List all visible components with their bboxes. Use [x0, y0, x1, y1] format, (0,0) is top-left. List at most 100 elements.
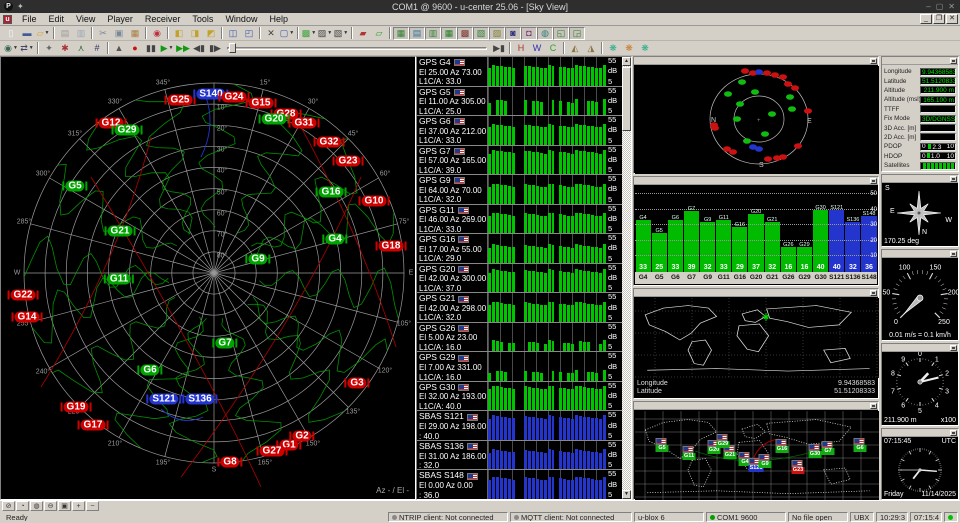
show-views-button[interactable]: ◉▼ [3, 42, 19, 55]
scroll-up-icon[interactable]: ▲ [622, 57, 631, 66]
menu-tools[interactable]: Tools [186, 13, 219, 25]
panel-detach-button[interactable] [950, 58, 957, 64]
play-log-button[interactable]: ▶▼ [159, 42, 175, 55]
playback-slider-track[interactable] [227, 47, 487, 50]
paste-button[interactable]: ▦ [127, 27, 143, 40]
packet-console-button[interactable]: ▩▼ [301, 27, 317, 40]
pin-icon[interactable]: ✦ [17, 2, 24, 11]
close-window-button[interactable]: ✕ [263, 27, 279, 40]
panel-detach-button[interactable] [950, 430, 957, 436]
window-list-button[interactable]: ▢▼ [279, 27, 295, 40]
gnss-config-all-button[interactable]: ❋ [637, 42, 653, 55]
histogram-window-button[interactable]: H [513, 42, 529, 55]
gnss-config-gps-button[interactable]: ❋ [605, 42, 621, 55]
configure-view-button[interactable]: ▤ [409, 27, 425, 40]
panel-detach-button[interactable] [950, 176, 957, 182]
new-file-button[interactable]: ▯ [3, 27, 19, 40]
docking-window-1-button[interactable]: ◱ [553, 27, 569, 40]
print-preview-button[interactable]: ▥ [73, 27, 89, 40]
panel-detach-button[interactable] [870, 403, 877, 409]
autobauding-button[interactable]: ⇄▼ [19, 42, 35, 55]
menu-window[interactable]: Window [219, 13, 263, 25]
sky-view-button[interactable]: ◍ [537, 27, 553, 40]
cascade-windows-button[interactable]: ◫ [225, 27, 241, 40]
signal-list-scrollbar[interactable]: ▲ ▼ [622, 57, 631, 499]
step-forward-button[interactable]: ▮▶ [207, 42, 223, 55]
panel-detach-button[interactable] [950, 251, 957, 257]
docking-window-2-button[interactable]: ◲ [569, 27, 585, 40]
chart-dock-button[interactable]: ▱ [371, 27, 387, 40]
tools-button[interactable]: ✦ [41, 42, 57, 55]
crosshair-mode-icon[interactable]: + [72, 501, 85, 511]
marker-mode-icon[interactable]: ▣ [58, 501, 71, 511]
antenna-config-button[interactable]: ⋏ [73, 42, 89, 55]
mdi-restore-button[interactable]: ❐ [933, 14, 945, 24]
message-send-button[interactable]: ◨ [187, 27, 203, 40]
playback-slider-thumb[interactable] [229, 43, 236, 53]
eject-log-button[interactable]: ▲ [111, 42, 127, 55]
message-poll-button[interactable]: ◧ [171, 27, 187, 40]
scroll-down-icon[interactable]: ▼ [622, 490, 631, 499]
menu-player[interactable]: Player [101, 13, 139, 25]
playback-slider[interactable] [227, 43, 487, 53]
record-log-button[interactable]: ● [127, 42, 143, 55]
cdf-window-button[interactable]: C [545, 42, 561, 55]
minimize-window-icon[interactable]: – [926, 2, 930, 11]
stop-updates-icon[interactable]: ⊖ [44, 501, 57, 511]
gnss-config-sbas-button[interactable]: ❋ [621, 42, 637, 55]
menu-file[interactable]: File [16, 13, 43, 25]
copy-button[interactable]: ▣ [111, 27, 127, 40]
histogram-view-button[interactable]: ▨ [489, 27, 505, 40]
print-button[interactable]: ▤ [57, 27, 73, 40]
waterfall-window-button[interactable]: W [529, 42, 545, 55]
pause-playback-button[interactable]: ▮▮ [143, 42, 159, 55]
map-view-button[interactable]: ▩ [457, 27, 473, 40]
messages-view-button[interactable]: ▦ [393, 27, 409, 40]
sky-satellite-G6: G6 [137, 365, 162, 376]
panel-detach-button[interactable] [950, 345, 957, 351]
mdi-child-icon[interactable]: u [3, 15, 12, 24]
panel-detach-button[interactable] [870, 178, 877, 184]
hotkeys-button[interactable]: # [89, 42, 105, 55]
mdi-close-button[interactable]: ✕ [946, 14, 958, 24]
statistic-view-button[interactable]: ▥ [425, 27, 441, 40]
trace-mode-icon[interactable]: ~ [86, 501, 99, 511]
deviation-map-button[interactable]: ▰ [355, 27, 371, 40]
scrollbar-thumb[interactable] [622, 67, 631, 131]
table-view-button[interactable]: ▦ [441, 27, 457, 40]
menu-edit[interactable]: Edit [43, 13, 71, 25]
assist-now-button[interactable]: ✱ [57, 42, 73, 55]
cut-button[interactable]: ✂ [95, 27, 111, 40]
save-file-button[interactable]: ▬ [19, 27, 35, 40]
text-console-button[interactable]: ▧▼ [333, 27, 349, 40]
signal-row-GPS-G7: GPS G7El 57.00 Az 165.00L1C/A: 39.055dB5 [417, 146, 622, 176]
menu-view[interactable]: View [70, 13, 101, 25]
u-blox-home-button[interactable]: ◉ [149, 27, 165, 40]
close-window-icon[interactable]: ✕ [948, 2, 955, 11]
jump-to-end-button[interactable]: ▶▮ [491, 42, 507, 55]
panel-detach-button[interactable] [870, 58, 877, 64]
step-back-button[interactable]: ◀▮ [191, 42, 207, 55]
menu-help[interactable]: Help [263, 13, 294, 25]
app-icon[interactable]: P [4, 2, 13, 11]
chart-bar-G30: G3040 [813, 186, 828, 272]
chart-view-button[interactable]: ▧ [473, 27, 489, 40]
tile-windows-button[interactable]: ◰ [241, 27, 257, 40]
show-points-icon[interactable]: ◔ [16, 501, 29, 511]
menu-receiver[interactable]: Receiver [139, 13, 187, 25]
signal-scale: 55dB5 [607, 293, 620, 322]
deviation-map-view-button[interactable]: ◘ [521, 27, 537, 40]
camera-view-button[interactable]: ◙ [505, 27, 521, 40]
scrollbar-track[interactable] [622, 66, 631, 490]
play-faster-button[interactable]: ▶▶ [175, 42, 191, 55]
panel-detach-button[interactable] [870, 290, 877, 296]
maximize-window-icon[interactable]: ▢ [936, 2, 944, 11]
binary-console-button[interactable]: ▨▼ [317, 27, 333, 40]
clear-trails-icon[interactable]: ⊘ [2, 501, 15, 511]
open-file-button[interactable]: ▱▼ [35, 27, 51, 40]
world-overlay-icon[interactable]: ◍ [30, 501, 43, 511]
message-config-button[interactable]: ◩ [203, 27, 219, 40]
mdi-minimize-button[interactable]: _ [920, 14, 932, 24]
sync-epoch-fwd-button[interactable]: ◮ [583, 42, 599, 55]
sync-epoch-back-button[interactable]: ◭ [567, 42, 583, 55]
